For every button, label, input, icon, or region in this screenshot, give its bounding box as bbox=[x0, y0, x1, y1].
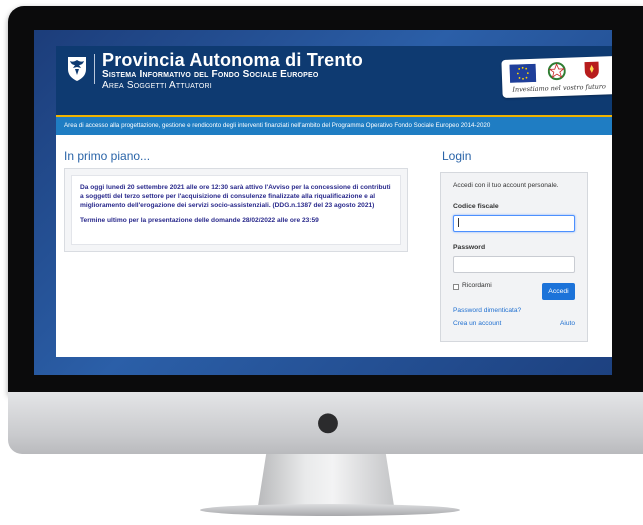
news-card: Da oggi lunedì 20 settembre 2021 alle or… bbox=[64, 168, 408, 252]
eu-slogan: Investiamo nel vostro futuro bbox=[512, 82, 607, 94]
remember-label[interactable]: Ricordami bbox=[462, 282, 492, 289]
password-label: Password bbox=[453, 244, 486, 251]
fiscal-code-label: Codice fiscale bbox=[453, 203, 499, 210]
site-title: Provincia Autonoma di Trento bbox=[102, 50, 363, 70]
password-input[interactable] bbox=[453, 256, 575, 273]
eu-funding-banner: Investiamo nel vostro futuro bbox=[501, 55, 612, 99]
monitor-stand-neck bbox=[258, 454, 394, 506]
news-text: Da oggi lunedì 20 settembre 2021 alle or… bbox=[80, 184, 391, 209]
header-divider bbox=[94, 54, 95, 84]
info-bar: Area di accesso alla progettazione, gest… bbox=[56, 115, 612, 135]
help-link[interactable]: Aiuto bbox=[560, 320, 575, 327]
site-subtitle: Sistema Informativo del Fondo Sociale Eu… bbox=[102, 69, 319, 80]
news-card-body: Da oggi lunedì 20 settembre 2021 alle or… bbox=[71, 175, 401, 245]
trento-province-emblem-icon bbox=[584, 61, 599, 79]
eu-flag-icon bbox=[509, 63, 537, 83]
login-title: Login bbox=[442, 149, 472, 163]
web-page: Provincia Autonoma di Trento Sistema Inf… bbox=[56, 46, 612, 357]
fiscal-code-input[interactable] bbox=[453, 215, 575, 232]
site-header: Provincia Autonoma di Trento Sistema Inf… bbox=[56, 46, 612, 115]
apple-logo-icon: ● bbox=[316, 407, 340, 437]
screen: Provincia Autonoma di Trento Sistema Inf… bbox=[34, 30, 612, 375]
highlights-title: In primo piano... bbox=[64, 149, 151, 163]
eagle-coat-of-arms-icon bbox=[68, 57, 86, 81]
login-button[interactable]: Accedi bbox=[542, 283, 575, 300]
monitor-stand-foot bbox=[200, 504, 460, 516]
login-intro: Accedi con il tuo account personale. bbox=[453, 182, 559, 189]
text-caret bbox=[458, 218, 459, 227]
italian-emblem-icon bbox=[547, 62, 566, 81]
imac-device: ● Provincia Autonoma di Trento Sistema I… bbox=[0, 0, 643, 525]
news-deadline: Termine ultimo per la presentazione dell… bbox=[80, 217, 319, 224]
login-form: Accedi con il tuo account personale. Cod… bbox=[440, 172, 588, 342]
remember-checkbox[interactable] bbox=[453, 284, 459, 290]
site-area-name: Area Soggetti Attuatori bbox=[102, 80, 212, 91]
forgot-password-link[interactable]: Password dimenticata? bbox=[453, 307, 575, 314]
create-account-link[interactable]: Crea un account bbox=[453, 320, 501, 327]
account-links: Crea un account Aiuto bbox=[453, 320, 575, 330]
remember-row: Ricordami Accedi bbox=[453, 282, 575, 300]
